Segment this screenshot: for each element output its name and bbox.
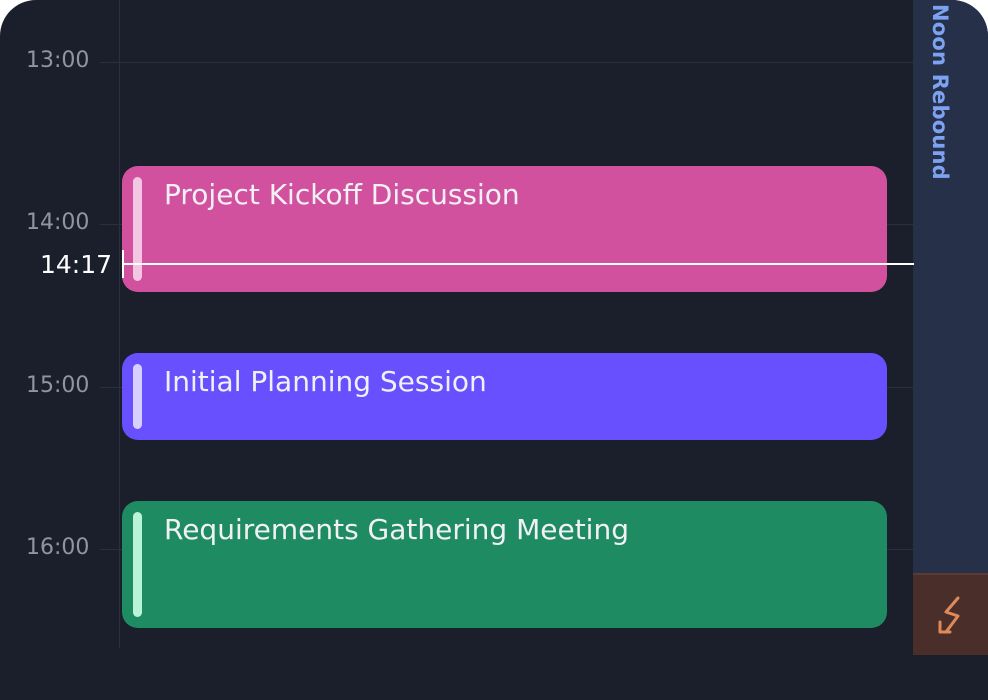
side-panel-title: Noon Rebound: [928, 4, 952, 180]
time-label: 14:00: [26, 210, 90, 235]
event-color-bar: [133, 512, 142, 617]
event-color-bar: [133, 177, 142, 281]
event-title: Initial Planning Session: [164, 365, 487, 398]
calendar-day-view: 13:00 14:00 15:00 16:00 Noon Rebound Pro…: [0, 0, 988, 700]
event-card[interactable]: Project Kickoff Discussion: [122, 166, 887, 292]
current-time-label: 14:17: [40, 250, 113, 279]
time-label: 13:00: [26, 48, 90, 73]
current-time-marker: [122, 250, 124, 278]
event-title: Project Kickoff Discussion: [164, 178, 520, 211]
event-card[interactable]: Requirements Gathering Meeting: [122, 501, 887, 628]
time-column-divider: [119, 0, 120, 648]
time-label: 16:00: [26, 535, 90, 560]
current-time-line: [123, 263, 914, 265]
event-title: Requirements Gathering Meeting: [164, 513, 629, 546]
time-label: 15:00: [26, 373, 90, 398]
event-color-bar: [133, 364, 142, 429]
zigzag-arrow-icon: [938, 596, 960, 634]
event-card[interactable]: Initial Planning Session: [122, 353, 887, 440]
hour-gridline: [100, 62, 988, 63]
